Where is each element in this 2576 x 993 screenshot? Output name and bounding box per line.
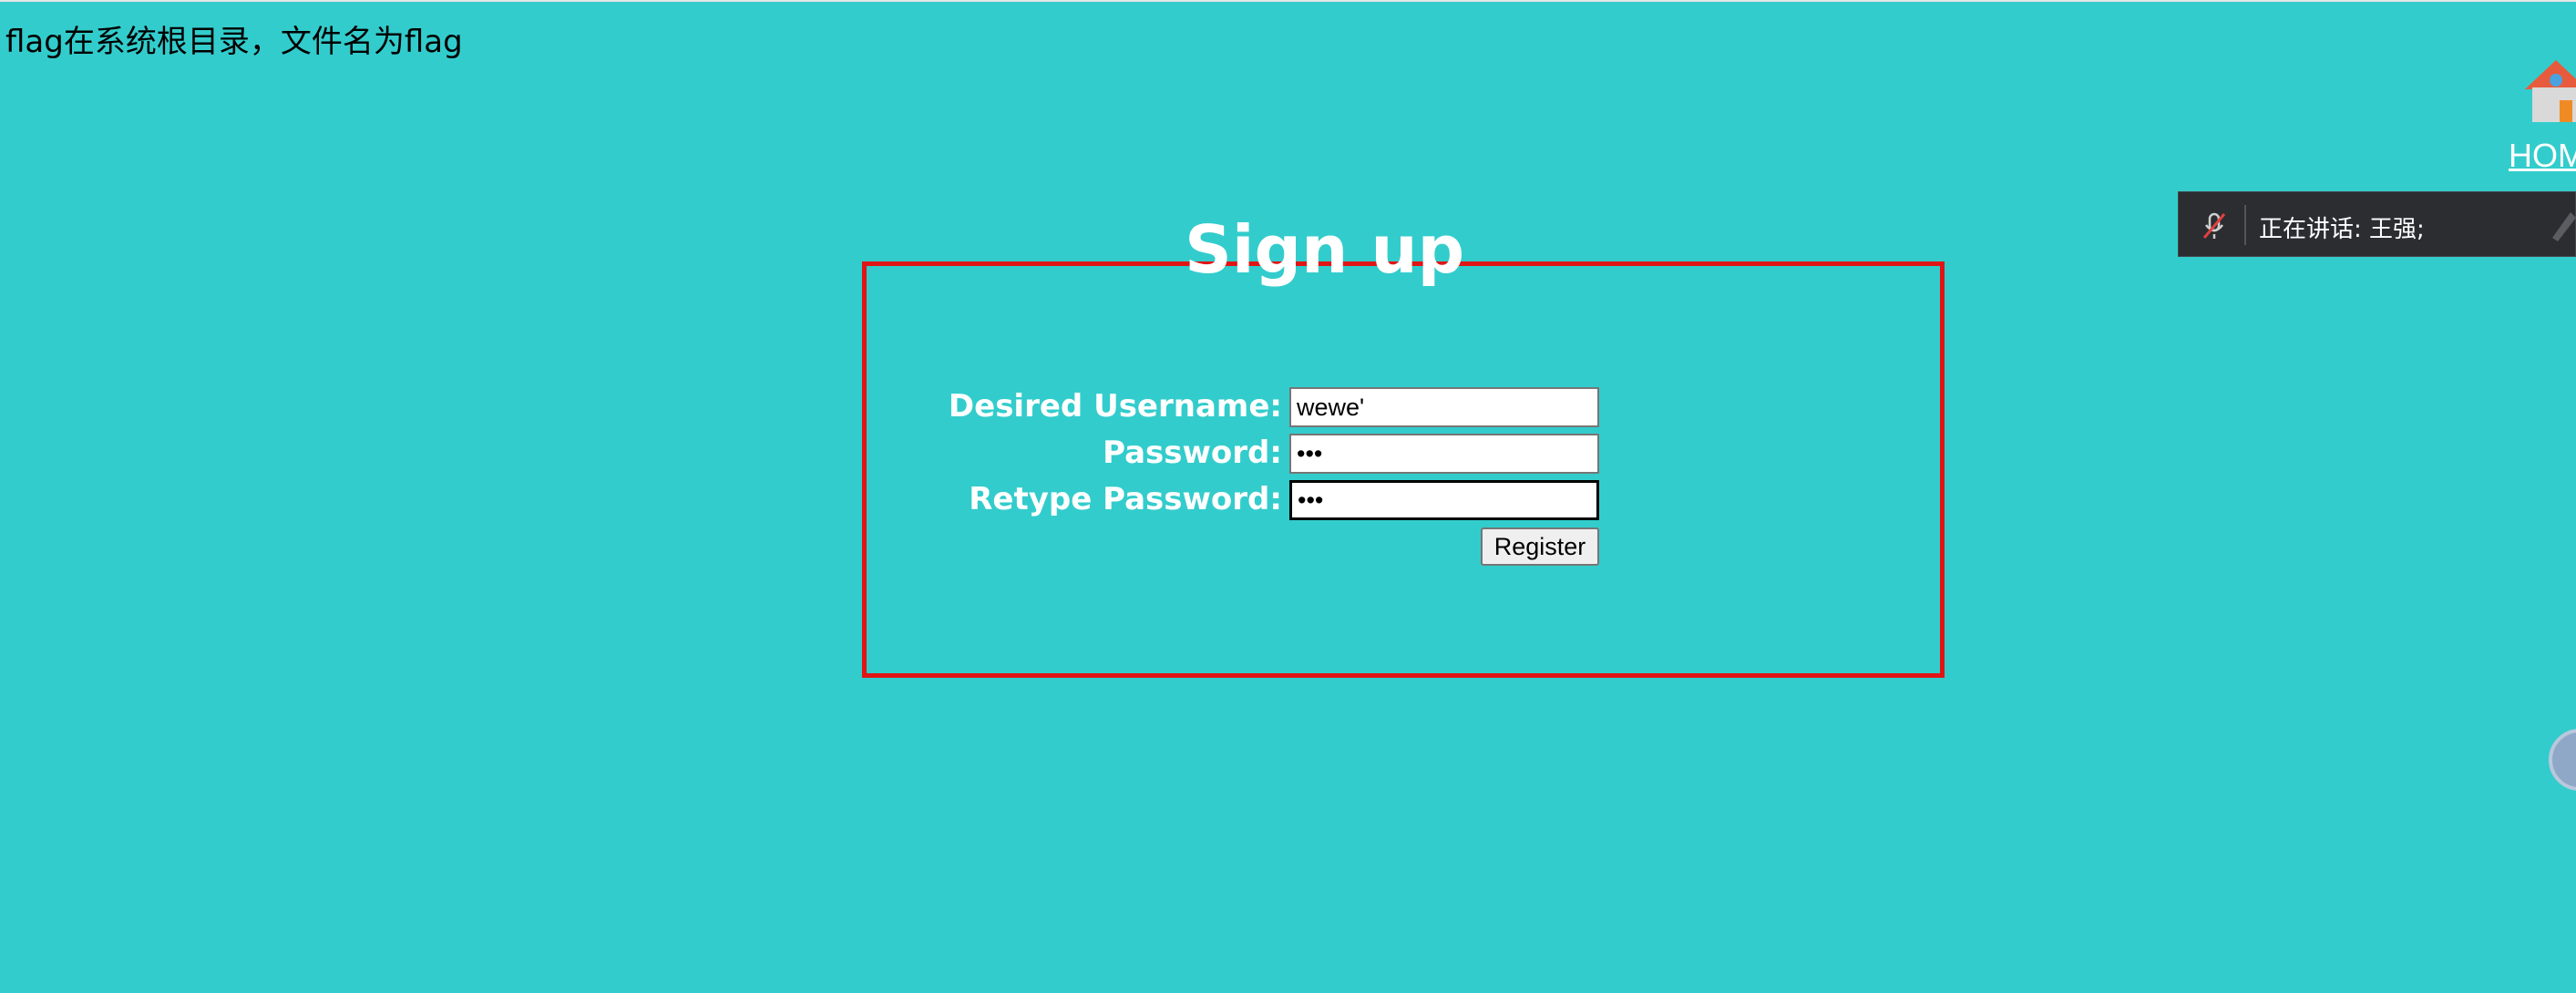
retype-password-label: Retype Password: (969, 481, 1282, 517)
username-label: Desired Username: (948, 388, 1282, 425)
voice-chat-indicator[interactable]: 正在讲话: 王强; (2178, 191, 2576, 257)
floating-assistant-icon[interactable] (2549, 729, 2576, 791)
password-label: Password: (1103, 435, 1282, 471)
drag-handle-icon[interactable] (2543, 209, 2576, 241)
flag-hint-text: flag在系统根目录，文件名为flag (5, 24, 463, 60)
home-nav[interactable]: HOME (2501, 55, 2576, 182)
browser-top-edge (0, 0, 2576, 2)
username-input[interactable] (1289, 387, 1599, 427)
house-icon (2525, 60, 2576, 122)
indicator-divider (2244, 205, 2246, 245)
home-link[interactable]: HOME (2509, 137, 2576, 175)
page-title: Sign up (1185, 211, 1465, 288)
speaking-text: 正在讲话: 王强; (2259, 216, 2425, 243)
password-input[interactable] (1289, 434, 1599, 474)
retype-password-input[interactable] (1289, 480, 1599, 520)
muted-mic-icon[interactable] (2199, 210, 2230, 241)
register-button[interactable]: Register (1481, 527, 1599, 566)
